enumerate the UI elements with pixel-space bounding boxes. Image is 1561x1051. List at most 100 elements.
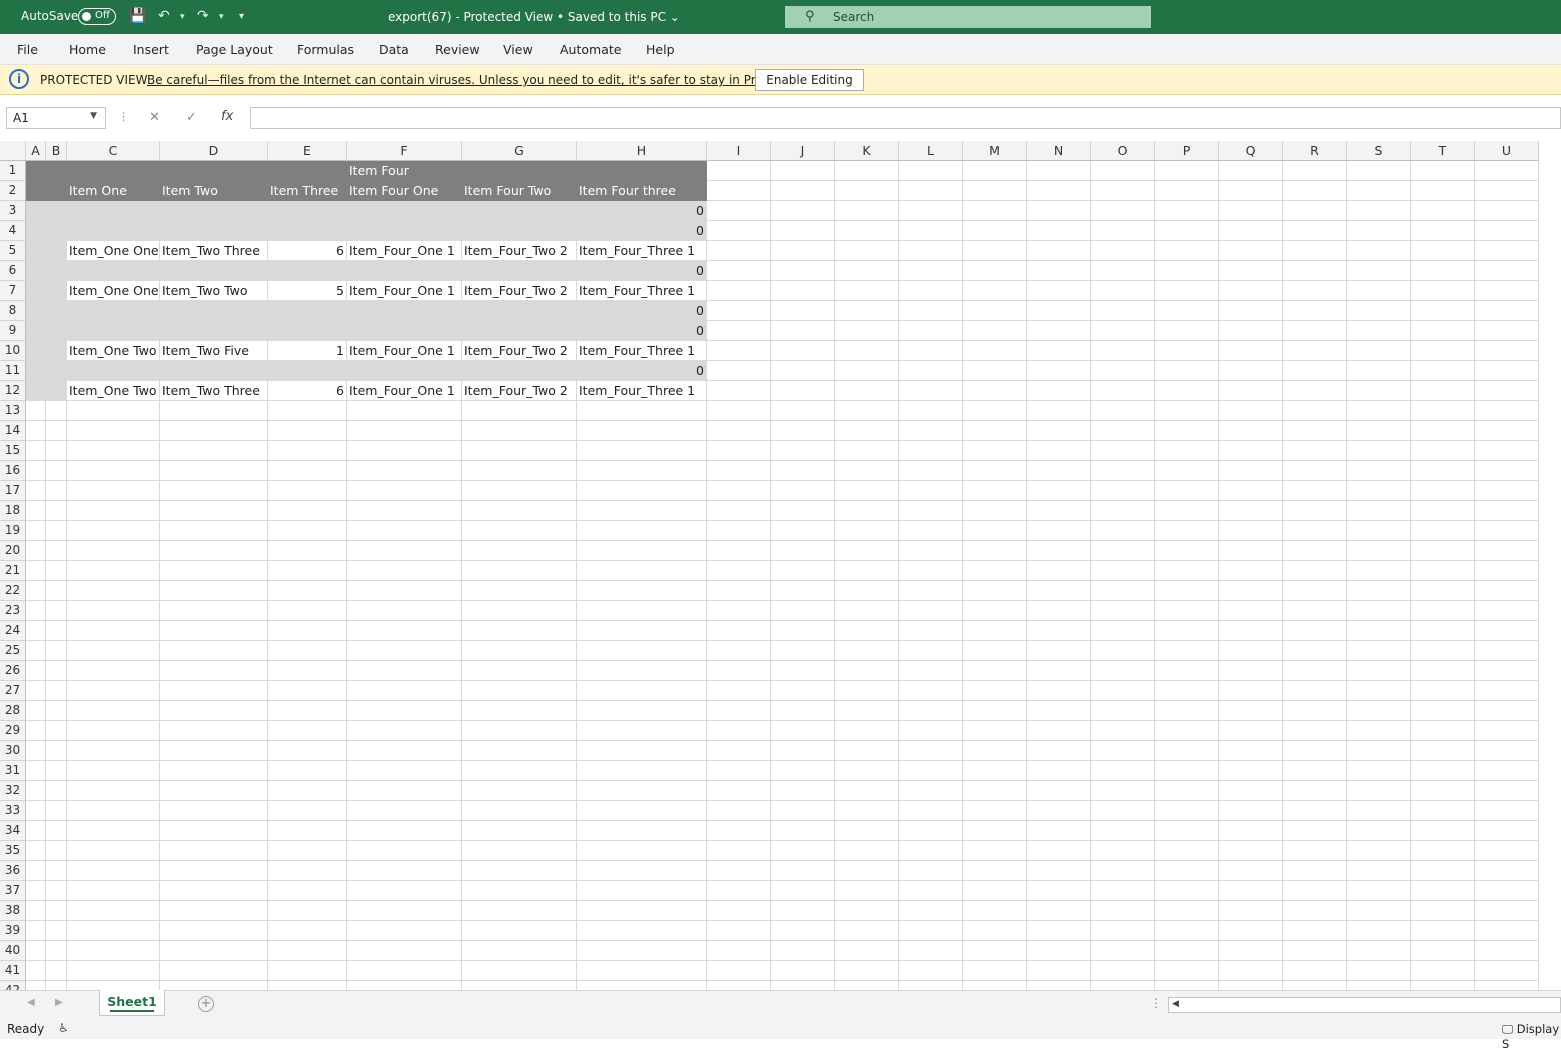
cell-k27[interactable] bbox=[835, 681, 899, 701]
cell-r22[interactable] bbox=[1283, 581, 1347, 601]
cell-f3[interactable] bbox=[347, 201, 462, 221]
cell-h42[interactable] bbox=[577, 981, 707, 990]
cell-n29[interactable] bbox=[1027, 721, 1091, 741]
cell-a3[interactable] bbox=[26, 201, 46, 221]
cell-f21[interactable] bbox=[347, 561, 462, 581]
cell-s27[interactable] bbox=[1347, 681, 1411, 701]
cell-s23[interactable] bbox=[1347, 601, 1411, 621]
cell-a7[interactable] bbox=[26, 281, 46, 301]
cell-d18[interactable] bbox=[160, 501, 268, 521]
cell-e33[interactable] bbox=[268, 801, 347, 821]
cell-n27[interactable] bbox=[1027, 681, 1091, 701]
cell-g39[interactable] bbox=[462, 921, 577, 941]
cell-c1[interactable] bbox=[67, 161, 160, 181]
cell-g31[interactable] bbox=[462, 761, 577, 781]
cell-s32[interactable] bbox=[1347, 781, 1411, 801]
cell-b37[interactable] bbox=[46, 881, 67, 901]
cell-s7[interactable] bbox=[1347, 281, 1411, 301]
cell-c18[interactable] bbox=[67, 501, 160, 521]
cell-f42[interactable] bbox=[347, 981, 462, 990]
cell-u20[interactable] bbox=[1475, 541, 1539, 561]
cell-i2[interactable] bbox=[707, 181, 771, 201]
cell-p20[interactable] bbox=[1155, 541, 1219, 561]
cell-d11[interactable] bbox=[160, 361, 268, 381]
cell-d23[interactable] bbox=[160, 601, 268, 621]
cell-h17[interactable] bbox=[577, 481, 707, 501]
row-header[interactable]: 41 bbox=[0, 961, 26, 981]
cell-h5[interactable]: Item_Four_Three 1 bbox=[577, 241, 707, 261]
cell-h35[interactable] bbox=[577, 841, 707, 861]
cell-o3[interactable] bbox=[1091, 201, 1155, 221]
cell-f6[interactable] bbox=[347, 261, 462, 281]
cell-c42[interactable] bbox=[67, 981, 160, 990]
cell-i7[interactable] bbox=[707, 281, 771, 301]
cell-r26[interactable] bbox=[1283, 661, 1347, 681]
sheet-tab[interactable]: Sheet1 bbox=[99, 990, 165, 1016]
cell-k40[interactable] bbox=[835, 941, 899, 961]
cell-i29[interactable] bbox=[707, 721, 771, 741]
cell-c37[interactable] bbox=[67, 881, 160, 901]
row-header[interactable]: 34 bbox=[0, 821, 26, 841]
cell-t30[interactable] bbox=[1411, 741, 1475, 761]
cell-o13[interactable] bbox=[1091, 401, 1155, 421]
cell-e26[interactable] bbox=[268, 661, 347, 681]
cell-h8[interactable]: 0 bbox=[577, 301, 707, 321]
cell-s25[interactable] bbox=[1347, 641, 1411, 661]
cell-k26[interactable] bbox=[835, 661, 899, 681]
cell-h4[interactable]: 0 bbox=[577, 221, 707, 241]
cell-p36[interactable] bbox=[1155, 861, 1219, 881]
column-header-q[interactable]: Q bbox=[1219, 141, 1283, 161]
cell-m7[interactable] bbox=[963, 281, 1027, 301]
cell-u16[interactable] bbox=[1475, 461, 1539, 481]
cell-p31[interactable] bbox=[1155, 761, 1219, 781]
cell-q19[interactable] bbox=[1219, 521, 1283, 541]
cell-r19[interactable] bbox=[1283, 521, 1347, 541]
row-header[interactable]: 7 bbox=[0, 281, 26, 301]
cell-j11[interactable] bbox=[771, 361, 835, 381]
tab-home[interactable]: Home bbox=[69, 42, 106, 57]
cell-p7[interactable] bbox=[1155, 281, 1219, 301]
cell-q11[interactable] bbox=[1219, 361, 1283, 381]
cell-p9[interactable] bbox=[1155, 321, 1219, 341]
cell-b31[interactable] bbox=[46, 761, 67, 781]
cell-q27[interactable] bbox=[1219, 681, 1283, 701]
cell-k17[interactable] bbox=[835, 481, 899, 501]
cell-n17[interactable] bbox=[1027, 481, 1091, 501]
cell-n33[interactable] bbox=[1027, 801, 1091, 821]
cell-m32[interactable] bbox=[963, 781, 1027, 801]
cell-s2[interactable] bbox=[1347, 181, 1411, 201]
cell-n10[interactable] bbox=[1027, 341, 1091, 361]
cell-p13[interactable] bbox=[1155, 401, 1219, 421]
cell-h25[interactable] bbox=[577, 641, 707, 661]
cell-r11[interactable] bbox=[1283, 361, 1347, 381]
cell-c34[interactable] bbox=[67, 821, 160, 841]
cell-b4[interactable] bbox=[46, 221, 67, 241]
cell-o5[interactable] bbox=[1091, 241, 1155, 261]
cell-b17[interactable] bbox=[46, 481, 67, 501]
cell-i8[interactable] bbox=[707, 301, 771, 321]
cell-t21[interactable] bbox=[1411, 561, 1475, 581]
cell-n42[interactable] bbox=[1027, 981, 1091, 990]
cell-u3[interactable] bbox=[1475, 201, 1539, 221]
cell-c27[interactable] bbox=[67, 681, 160, 701]
cell-k14[interactable] bbox=[835, 421, 899, 441]
cell-t9[interactable] bbox=[1411, 321, 1475, 341]
cell-s31[interactable] bbox=[1347, 761, 1411, 781]
cell-b8[interactable] bbox=[46, 301, 67, 321]
cell-m17[interactable] bbox=[963, 481, 1027, 501]
cell-o15[interactable] bbox=[1091, 441, 1155, 461]
cell-n1[interactable] bbox=[1027, 161, 1091, 181]
cell-h32[interactable] bbox=[577, 781, 707, 801]
cell-e30[interactable] bbox=[268, 741, 347, 761]
cell-o19[interactable] bbox=[1091, 521, 1155, 541]
cell-o35[interactable] bbox=[1091, 841, 1155, 861]
cell-p41[interactable] bbox=[1155, 961, 1219, 981]
cell-t3[interactable] bbox=[1411, 201, 1475, 221]
cell-g37[interactable] bbox=[462, 881, 577, 901]
cell-p28[interactable] bbox=[1155, 701, 1219, 721]
column-header-b[interactable]: B bbox=[46, 141, 67, 161]
cell-r28[interactable] bbox=[1283, 701, 1347, 721]
cell-s30[interactable] bbox=[1347, 741, 1411, 761]
cell-e29[interactable] bbox=[268, 721, 347, 741]
cell-s42[interactable] bbox=[1347, 981, 1411, 990]
